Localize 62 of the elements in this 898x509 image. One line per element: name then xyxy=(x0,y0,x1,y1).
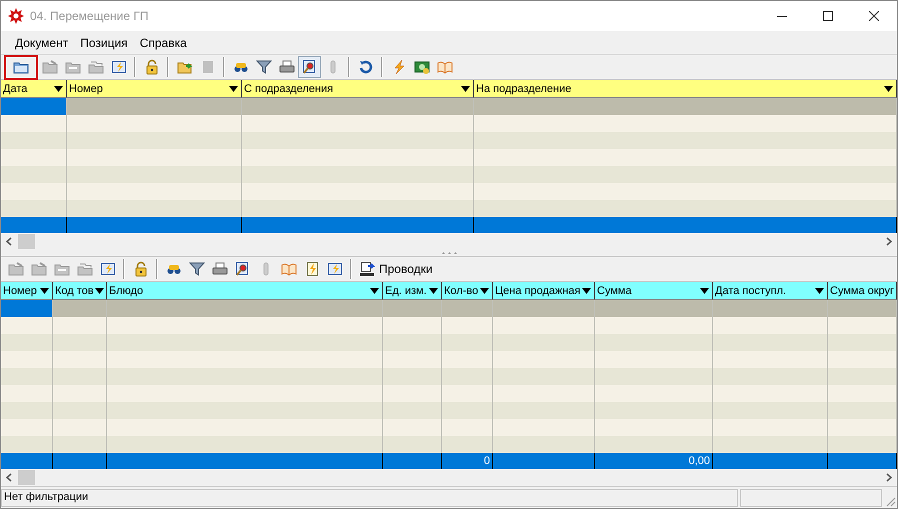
dropdown-arrow-icon xyxy=(480,288,489,294)
column-header[interactable]: Дата поступл. xyxy=(713,282,828,300)
column-header[interactable]: Ед. изм. xyxy=(383,282,442,300)
column-header[interactable]: Дата xyxy=(1,80,67,98)
magnifier-document-icon xyxy=(234,261,250,277)
dropdown-arrow-icon xyxy=(815,288,824,294)
column-header[interactable]: На подразделение xyxy=(474,80,897,98)
money-icon xyxy=(414,59,430,75)
dropdown-arrow-icon xyxy=(700,288,709,294)
splitter-grip-icon[interactable] xyxy=(441,251,457,255)
menu-item[interactable]: Позиция xyxy=(74,36,134,50)
scroll-thumb[interactable] xyxy=(18,470,35,485)
filter-icon xyxy=(256,59,272,75)
column-header[interactable]: Сумма xyxy=(595,282,713,300)
column-header[interactable]: Кол-во xyxy=(442,282,493,300)
folders-icon xyxy=(76,261,92,277)
folder-icon xyxy=(30,261,46,277)
magnifier-document-icon xyxy=(302,59,318,75)
dropdown-arrow-icon xyxy=(54,86,63,92)
column-header[interactable]: Блюдо xyxy=(107,282,383,300)
column-header[interactable]: Цена продажная xyxy=(493,282,595,300)
table-row[interactable] xyxy=(1,98,897,115)
dropdown-arrow-icon xyxy=(40,288,49,294)
window-title: 04. Перемещение ГП xyxy=(30,9,150,23)
column-header[interactable]: Номер xyxy=(67,80,242,98)
toolbar-button[interactable] xyxy=(298,56,321,78)
menu-item[interactable]: Справка xyxy=(134,36,193,50)
dropdown-arrow-icon xyxy=(582,288,591,294)
lightning-document-icon xyxy=(100,261,116,277)
dropdown-arrow-icon xyxy=(370,288,379,294)
column-header[interactable]: Сумма округ xyxy=(828,282,897,300)
postings-button[interactable]: Проводки xyxy=(356,258,436,280)
dropdown-arrow-icon xyxy=(229,86,238,92)
dropdown-arrow-icon xyxy=(884,86,893,92)
close-icon xyxy=(869,11,879,21)
lightning-document-icon xyxy=(326,261,342,277)
table-row[interactable] xyxy=(1,300,897,317)
printer-icon xyxy=(278,59,294,75)
folder-icon xyxy=(42,59,58,75)
column-header[interactable]: С подразделения xyxy=(242,80,474,98)
dropdown-arrow-icon xyxy=(94,288,104,294)
padlock-icon xyxy=(144,59,160,75)
postings-icon xyxy=(359,261,375,277)
column-header[interactable]: Номер xyxy=(1,282,53,300)
dropdown-arrow-icon xyxy=(461,86,470,92)
maximize-icon xyxy=(823,11,833,21)
folders-icon xyxy=(88,59,104,75)
status-text: Нет фильтрации xyxy=(1,489,738,507)
printer-icon xyxy=(212,261,228,277)
column-header[interactable]: Код тов xyxy=(53,282,107,300)
resize-grip-icon[interactable] xyxy=(884,495,896,507)
star-icon xyxy=(8,8,24,24)
lightning-document-icon xyxy=(110,59,126,75)
scroll-thumb[interactable] xyxy=(18,234,35,249)
refresh-icon xyxy=(358,59,374,75)
folder-icon xyxy=(8,261,24,277)
book-icon xyxy=(280,261,296,277)
book-icon xyxy=(436,59,452,75)
filter-icon xyxy=(188,261,204,277)
padlock-icon xyxy=(132,261,148,277)
dropdown-arrow-icon xyxy=(429,288,438,294)
menu-item[interactable]: Документ xyxy=(9,36,74,50)
